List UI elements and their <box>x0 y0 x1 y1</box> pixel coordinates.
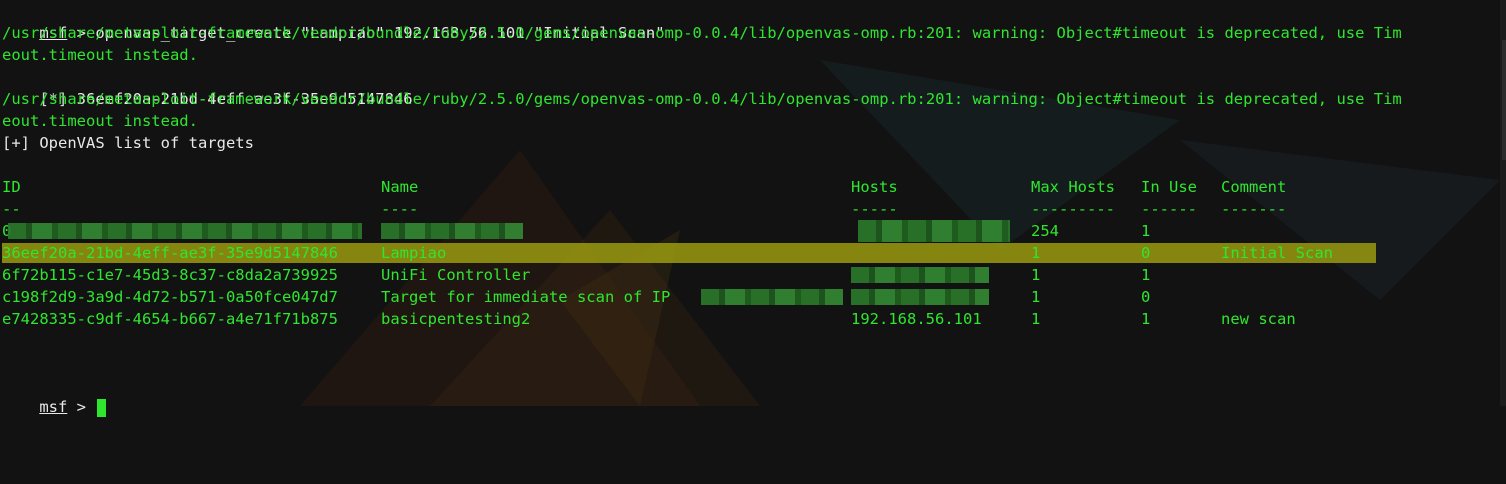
separator-comment: ------- <box>1221 200 1287 218</box>
prompt-symbol: > <box>67 398 96 416</box>
row-name: basicpentesting2 <box>381 310 531 328</box>
input-prompt-line[interactable]: msf > <box>2 374 107 417</box>
command-line: msf > openvas_target_create "Lampiao" 19… <box>2 0 664 42</box>
msf-prompt: msf <box>39 398 68 416</box>
targets-list-heading: [+] OpenVAS list of targets <box>2 134 254 152</box>
warning-line: /usr/share/metasploit-framework/vendor/b… <box>2 24 1402 42</box>
table-row: c198f2d9-3a9d-4d72-b571-0a50fce047d7 Tar… <box>2 286 1502 308</box>
separator-max-hosts: --------- <box>1031 200 1115 218</box>
row-id: 36eef20a-21bd-4eff-ae3f-35e9d5147846 <box>2 244 338 262</box>
row-in-use: 0 <box>1141 244 1151 262</box>
scrollbar-thumb[interactable] <box>1502 40 1506 160</box>
redacted-hosts <box>851 267 989 283</box>
created-target-line: [*] 36eef20a-21bd-4eff-ae3f-35e9d5147846 <box>2 66 412 108</box>
text-cursor[interactable] <box>97 398 107 417</box>
col-header-in-use: In Use <box>1141 178 1197 196</box>
row-max-hosts: 1 <box>1031 244 1041 262</box>
redacted-ip <box>701 289 843 305</box>
terminal-window[interactable]: msf > openvas_target_create "Lampiao" 19… <box>2 0 1502 417</box>
row-in-use: 0 <box>1141 288 1151 306</box>
row-id: e7428335-c9df-4654-b667-a4e71f71b875 <box>2 310 338 328</box>
col-header-max-hosts: Max Hosts <box>1031 178 1115 196</box>
warning-line-wrap: eout.timeout instead. <box>2 112 198 130</box>
table-separator: -- ---- ----- --------- ------ ------- <box>2 198 1502 220</box>
row-name: Target for immediate scan of IP <box>381 288 671 306</box>
table-row: 0 254 1 <box>2 220 1502 242</box>
redacted-name <box>381 223 523 239</box>
separator-id: -- <box>2 200 21 218</box>
row-max-hosts: 1 <box>1031 310 1041 328</box>
separator-in-use: ------ <box>1141 200 1197 218</box>
row-id: c198f2d9-3a9d-4d72-b571-0a50fce047d7 <box>2 288 338 306</box>
separator-hosts: ----- <box>851 200 898 218</box>
row-name: Lampiao <box>381 244 447 262</box>
table-row: e7428335-c9df-4654-b667-a4e71f71b875 bas… <box>2 308 1502 330</box>
row-max-hosts: 254 <box>1031 222 1059 240</box>
redacted-id <box>8 223 362 239</box>
row-comment: Initial Scan <box>1221 244 1333 262</box>
col-header-comment: Comment <box>1221 178 1287 196</box>
row-in-use: 1 <box>1141 266 1151 284</box>
row-hosts: 192.168.56.101 <box>851 310 982 328</box>
table-header: ID Name Hosts Max Hosts In Use Comment <box>2 176 1502 198</box>
row-comment: new scan <box>1221 310 1296 328</box>
row-max-hosts: 1 <box>1031 288 1041 306</box>
row-max-hosts: 1 <box>1031 266 1041 284</box>
separator-name: ---- <box>381 200 419 218</box>
row-id: 6f72b115-c1e7-45d3-8c37-c8da2a739925 <box>2 266 338 284</box>
redacted-hosts <box>858 220 1010 242</box>
row-in-use: 1 <box>1141 310 1151 328</box>
warning-line: /usr/share/metasploit-framework/vendor/b… <box>2 90 1402 108</box>
col-header-hosts: Hosts <box>851 178 898 196</box>
col-header-name: Name <box>381 178 419 196</box>
row-in-use: 1 <box>1141 222 1151 240</box>
redacted-hosts <box>851 289 989 305</box>
table-row: 36eef20a-21bd-4eff-ae3f-35e9d5147846 Lam… <box>2 242 1502 264</box>
warning-line-wrap: eout.timeout instead. <box>2 46 198 64</box>
col-header-id: ID <box>2 178 21 196</box>
row-name: UniFi Controller <box>381 266 531 284</box>
table-row: 6f72b115-c1e7-45d3-8c37-c8da2a739925 Uni… <box>2 264 1502 286</box>
